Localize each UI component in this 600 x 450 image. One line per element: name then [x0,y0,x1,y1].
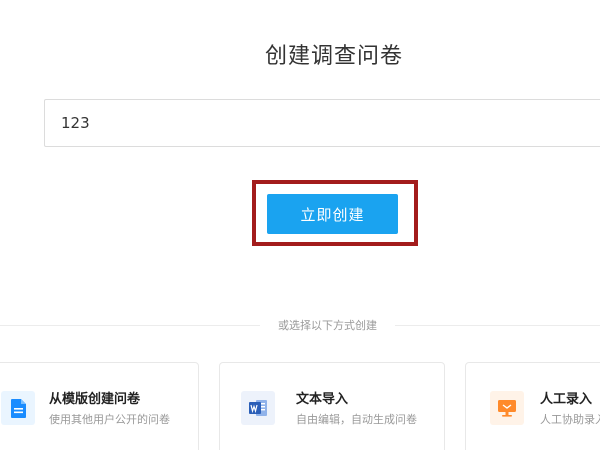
option-desc: 自由编辑，自动生成问卷 [296,413,417,426]
monitor-icon [490,391,524,425]
option-title: 文本导入 [296,392,349,407]
create-now-button[interactable]: 立即创建 [267,194,398,234]
word-doc-icon [241,391,275,425]
create-survey-page: 创建调查问卷 立即创建 或选择以下方式创建 从模版创建问卷 使用其他用户公开的问… [0,0,600,450]
option-desc: 人工协助录入 [540,413,600,426]
divider-text: 或选择以下方式创建 [260,317,395,333]
option-desc: 使用其他用户公开的问卷 [49,413,170,426]
option-title: 从模版创建问卷 [49,392,141,407]
option-card-template[interactable]: 从模版创建问卷 使用其他用户公开的问卷 [0,362,199,450]
survey-name-input[interactable] [44,99,600,147]
option-card-text-import[interactable]: 文本导入 自由编辑，自动生成问卷 [219,362,445,450]
document-icon [1,391,35,425]
option-title: 人工录入 [540,392,593,407]
option-card-manual-entry[interactable]: 人工录入 人工协助录入 [465,362,600,450]
page-title: 创建调查问卷 [264,44,403,69]
